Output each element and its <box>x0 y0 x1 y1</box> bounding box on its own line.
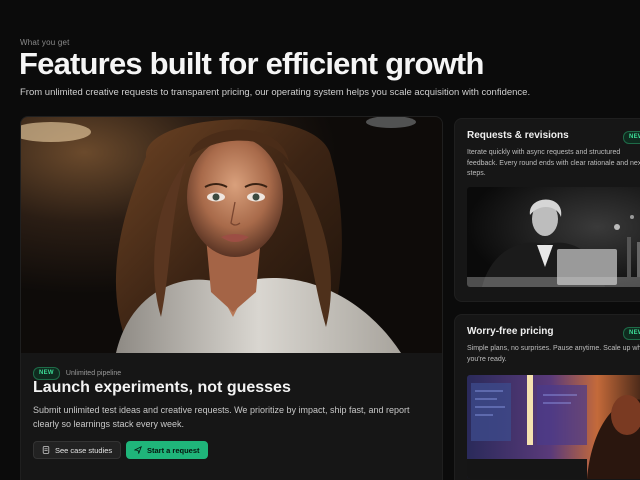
start-request-button[interactable]: Start a request <box>126 441 208 459</box>
feature-card-main: NEW Unlimited pipeline Launch experiment… <box>20 116 443 480</box>
see-case-studies-label: See case studies <box>55 445 113 455</box>
man-laptop-photo <box>467 187 640 287</box>
document-icon <box>42 446 50 454</box>
page-title: Features built for efficient growth <box>19 46 484 81</box>
main-card-title: Launch experiments, not guesses <box>33 379 291 396</box>
start-request-label: Start a request <box>147 445 200 455</box>
requests-card-description: Iterate quickly with async requests and … <box>467 149 640 177</box>
feature-card-requests: Requests & revisions NEW Iterate quickly… <box>454 118 640 302</box>
requests-card-title: Requests & revisions <box>467 130 569 141</box>
new-badge: NEW <box>623 327 640 340</box>
send-icon <box>134 446 142 454</box>
page-subtitle: From unlimited creative requests to tran… <box>20 87 531 98</box>
pricing-card-title: Worry-free pricing <box>467 326 554 337</box>
see-case-studies-button[interactable]: See case studies <box>33 441 122 459</box>
badge-caption: Unlimited pipeline <box>65 370 122 377</box>
workstation-photo <box>467 375 640 479</box>
feature-card-pricing: Worry-free pricing NEW Simple plans, no … <box>454 314 640 480</box>
features-page: What you get Features built for efficien… <box>0 0 640 480</box>
portrait-photo <box>21 117 442 353</box>
main-card-description: Submit unlimited test ideas and creative… <box>33 405 410 429</box>
pricing-card-description: Simple plans, no surprises. Pause anytim… <box>467 345 640 363</box>
new-badge: NEW <box>623 131 640 144</box>
